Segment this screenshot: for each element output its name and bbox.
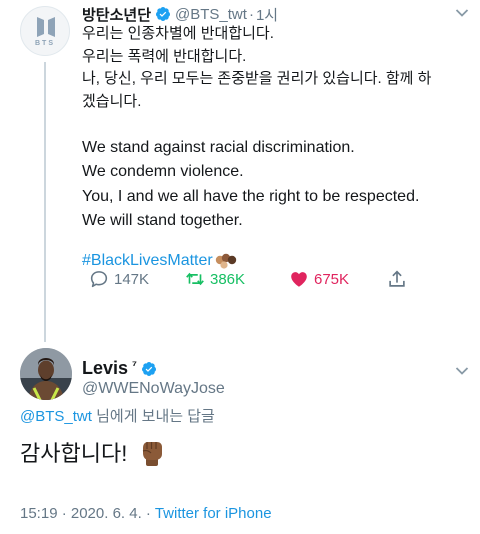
like-button[interactable]: 675K: [288, 268, 349, 290]
reply-button[interactable]: 147K: [88, 268, 149, 290]
tweet-actions: 147K 386K 675K: [88, 268, 418, 292]
bts-logo-icon: [37, 17, 55, 37]
replying-to-suffix: 님에게 보내는 답글: [91, 408, 215, 425]
chevron-down-icon[interactable]: [455, 366, 469, 376]
body-line-en: We will stand together.: [82, 212, 243, 229]
user-photo-icon: [20, 348, 72, 400]
body-line-ko: 우리는 인종차별에 반대합니다.: [82, 25, 274, 42]
reply-author-handle[interactable]: @WWENoWayJose: [82, 380, 225, 398]
raised-fists-emoji-icon: [215, 253, 236, 269]
reply-body-text: 감사합니다!: [20, 441, 128, 466]
body-line-en: You, I and we all have the right to be r…: [82, 187, 420, 205]
like-count: 675K: [314, 270, 350, 288]
body-line-ko: 우리는 폭력에 반대합니다.: [82, 47, 247, 65]
tweet-meta: 15:19 · 2020. 6. 4. · Twitter for iPhone: [20, 505, 272, 522]
share-button[interactable]: [386, 268, 412, 290]
replying-to-line: @BTS_twt 님에게 보내는 답글: [20, 405, 215, 426]
author-handle[interactable]: @BTS_twt: [175, 6, 247, 23]
verified-badge-icon: [141, 361, 156, 376]
body-line-en: We stand against racial discrimination.: [82, 138, 355, 156]
replying-to-mention[interactable]: @BTS_twt: [20, 408, 92, 425]
body-line-ko: 겠습니다.: [82, 92, 142, 110]
thread-connector-line: [44, 62, 46, 342]
raised-fist-emoji-icon: [143, 442, 163, 466]
tweet-timestamp: 15:19 · 2020. 6. 4. ·: [20, 505, 155, 522]
reply-body: 감사합니다!: [20, 436, 165, 468]
tweet-time[interactable]: 1시: [256, 4, 278, 25]
share-upload-icon: [389, 270, 405, 287]
retweet-button[interactable]: 386K: [184, 268, 245, 290]
avatar-wordmark: BTS: [35, 40, 55, 47]
original-tweet[interactable]: BTS 방탄소년단 @BTS_twt · 1시 우리는 인종차별에 반대합니다.…: [0, 0, 480, 342]
levis-avatar[interactable]: [20, 348, 72, 400]
name-superscript: ⁷: [132, 357, 137, 372]
tweet-source-link[interactable]: Twitter for iPhone: [155, 505, 272, 522]
body-line-ko: 나, 당신, 우리 모두는 존중받을 권리가 있습니다. 함께 하: [82, 70, 432, 87]
tweet-header: 방탄소년단 @BTS_twt · 1시: [82, 4, 278, 24]
reply-count: 147K: [114, 270, 150, 288]
body-line-en: We condemn violence.: [82, 163, 244, 180]
retweet-count: 386K: [210, 270, 246, 288]
author-name[interactable]: 방탄소년단: [82, 4, 151, 25]
verified-badge-icon: [156, 7, 171, 21]
reply-author-name[interactable]: Levis ⁷: [82, 358, 161, 379]
heart-filled-icon: [291, 272, 307, 287]
tweet-body: 우리는 인종차별에 반대합니다. 우리는 폭력에 반대합니다. 나, 당신, 우…: [82, 23, 474, 272]
header-separator: ·: [248, 5, 254, 23]
bts-avatar[interactable]: BTS: [20, 6, 70, 56]
comment-bubble-icon: [90, 271, 108, 288]
retweet-arrows-icon: [186, 272, 204, 286]
chevron-down-icon[interactable]: [455, 8, 469, 18]
reply-author-name-text: Levis: [82, 358, 129, 378]
